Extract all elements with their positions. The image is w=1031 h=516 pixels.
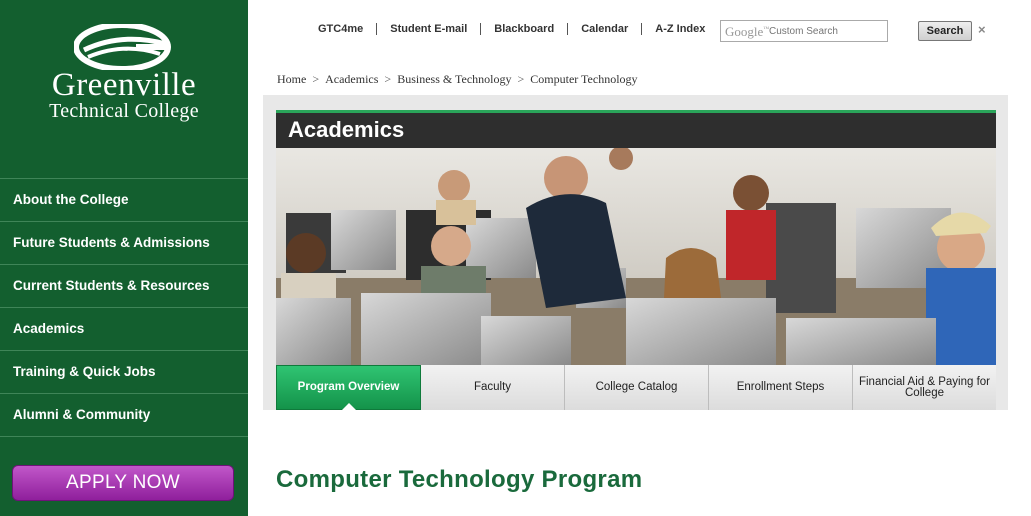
logo-name: Greenville bbox=[51, 67, 197, 103]
link-student-email[interactable]: Student E-mail bbox=[376, 23, 480, 35]
breadcrumb-separator: > bbox=[312, 72, 320, 86]
search-input[interactable] bbox=[769, 24, 884, 39]
sidebar-item-alumni[interactable]: Alumni & Community bbox=[0, 394, 248, 437]
breadcrumb: Home > Academics > Business & Technology… bbox=[277, 72, 638, 87]
sidebar-item-academics[interactable]: Academics bbox=[0, 308, 248, 351]
tab-college-catalog[interactable]: College Catalog bbox=[565, 365, 709, 410]
search-box[interactable]: Google™ bbox=[720, 20, 888, 42]
classroom-photo bbox=[276, 148, 996, 365]
sidebar-item-future-students[interactable]: Future Students & Admissions bbox=[0, 222, 248, 265]
google-brand: Google™ bbox=[725, 24, 770, 39]
tab-faculty[interactable]: Faculty bbox=[421, 365, 565, 410]
breadcrumb-home[interactable]: Home bbox=[277, 72, 306, 87]
breadcrumb-business-technology[interactable]: Business & Technology bbox=[397, 72, 511, 87]
logo-subtitle: Technical College bbox=[49, 100, 199, 122]
link-az-index[interactable]: A-Z Index bbox=[641, 23, 718, 35]
tab-enrollment-steps[interactable]: Enrollment Steps bbox=[709, 365, 853, 410]
section-title: Academics bbox=[276, 113, 996, 148]
link-gtc4me[interactable]: GTC4me bbox=[310, 23, 376, 35]
apply-now-button[interactable]: APPLY NOW bbox=[12, 465, 234, 501]
tab-financial-aid[interactable]: Financial Aid & Paying for College bbox=[853, 365, 996, 410]
logo-swoosh-icon bbox=[74, 24, 171, 70]
sidebar-item-training[interactable]: Training & Quick Jobs bbox=[0, 351, 248, 394]
close-icon[interactable]: × bbox=[978, 22, 986, 37]
link-blackboard[interactable]: Blackboard bbox=[480, 23, 567, 35]
link-calendar[interactable]: Calendar bbox=[567, 23, 641, 35]
sidebar-nav: About the College Future Students & Admi… bbox=[0, 178, 248, 437]
program-tabs: Program Overview Faculty College Catalog… bbox=[276, 365, 996, 410]
sidebar: Greenville Technical College About the C… bbox=[0, 0, 248, 516]
breadcrumb-separator: > bbox=[517, 72, 525, 86]
hero-image bbox=[276, 148, 996, 365]
college-logo[interactable]: Greenville Technical College bbox=[28, 24, 220, 134]
sidebar-item-current-students[interactable]: Current Students & Resources bbox=[0, 265, 248, 308]
breadcrumb-separator: > bbox=[384, 72, 392, 86]
page-title: Computer Technology Program bbox=[276, 466, 643, 493]
breadcrumb-academics[interactable]: Academics bbox=[325, 72, 378, 87]
breadcrumb-computer-technology: Computer Technology bbox=[530, 72, 638, 86]
search-button[interactable]: Search bbox=[918, 21, 972, 41]
sidebar-item-about[interactable]: About the College bbox=[0, 179, 248, 222]
tab-program-overview[interactable]: Program Overview bbox=[276, 365, 421, 410]
utility-links: GTC4me Student E-mail Blackboard Calenda… bbox=[310, 22, 718, 36]
content-body bbox=[263, 410, 1008, 516]
